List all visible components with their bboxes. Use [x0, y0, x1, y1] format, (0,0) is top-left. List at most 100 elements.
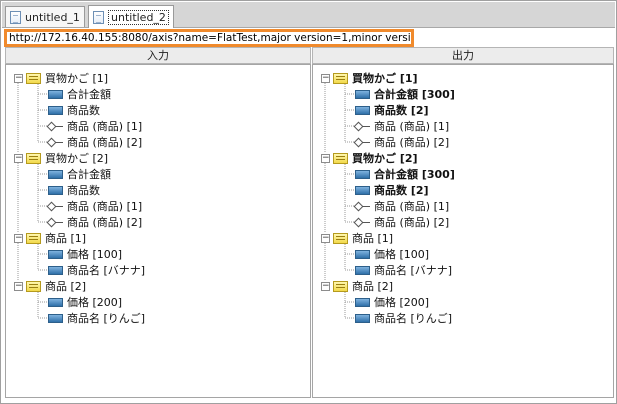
tree-node-label: 商品名 [バナナ]	[67, 264, 146, 277]
tree-node-group[interactable]: 商品 [1]	[333, 230, 393, 246]
field-node-icon	[48, 105, 63, 115]
tab-strip: untitled_1 untitled_2	[2, 2, 615, 28]
tree-node-group[interactable]: 買物かご [2]	[26, 150, 108, 166]
tree-node-label: 商品名 [りんご]	[374, 312, 453, 325]
tree-node-field[interactable]: 商品名 [りんご]	[48, 310, 145, 326]
tree-node-group[interactable]: 商品 [2]	[26, 278, 86, 294]
tree-node-reference[interactable]: 商品 (商品) [1]	[355, 198, 449, 214]
tree-node-label: 商品数 [2]	[374, 104, 429, 117]
field-node-icon	[355, 185, 370, 195]
tree-node-label: 商品 (商品) [1]	[374, 200, 450, 213]
field-node-icon	[355, 105, 370, 115]
field-node-icon	[48, 297, 63, 307]
tree-node-reference[interactable]: 商品 (商品) [1]	[355, 118, 449, 134]
document-icon	[93, 10, 104, 24]
tree-node-label: 合計金額 [300]	[374, 168, 455, 181]
tree-node-reference[interactable]: 商品 (商品) [2]	[355, 214, 449, 230]
collapse-toggle-icon[interactable]: −	[14, 154, 23, 163]
tree-node-field[interactable]: 合計金額	[48, 166, 111, 182]
tree-node-label: 商品 [1]	[352, 232, 394, 245]
tree-node-label: 価格 [100]	[67, 248, 123, 261]
tree-node-label: 買物かご [2]	[45, 152, 109, 165]
output-tree-panel[interactable]: − 買物かご [1] 合計金額 [300] 商品数 [2] 商品 (商品) [1] 商品 …	[312, 64, 614, 398]
output-tree[interactable]: − 買物かご [1] 合計金額 [300] 商品数 [2] 商品 (商品) [1] 商品 …	[313, 65, 613, 397]
group-node-icon	[333, 152, 348, 164]
reference-link-icon	[355, 138, 370, 147]
group-node-icon	[26, 232, 41, 244]
group-node-icon	[26, 152, 41, 164]
tree-node-field[interactable]: 商品名 [りんご]	[355, 310, 452, 326]
tab-untitled-1[interactable]: untitled_1	[5, 6, 85, 27]
tree-node-field[interactable]: 商品数	[48, 182, 100, 198]
field-node-icon	[48, 185, 63, 195]
tree-node-label: 商品 (商品) [1]	[374, 120, 450, 133]
group-node-icon	[333, 280, 348, 292]
tree-node-label: 商品 (商品) [1]	[67, 120, 143, 133]
tree-node-field[interactable]: 商品数	[48, 102, 100, 118]
tree-node-reference[interactable]: 商品 (商品) [2]	[48, 134, 142, 150]
field-node-icon	[355, 89, 370, 99]
tree-node-field[interactable]: 合計金額 [300]	[355, 86, 455, 102]
tree-node-label: 商品 [1]	[45, 232, 87, 245]
collapse-toggle-icon[interactable]: −	[321, 282, 330, 291]
group-node-icon	[26, 280, 41, 292]
tree-node-label: 商品 (商品) [2]	[374, 136, 450, 149]
url-field[interactable]: http://172.16.40.155:8080/axis?name=Flat…	[4, 29, 414, 47]
tree-node-field[interactable]: 価格 [100]	[48, 246, 122, 262]
tree-node-field[interactable]: 商品数 [2]	[355, 102, 429, 118]
tree-node-label: 価格 [200]	[67, 296, 123, 309]
input-tree[interactable]: − 買物かご [1] 合計金額 商品数 商品 (商品) [1] 商品 (商品) [2] − 買…	[6, 65, 310, 397]
tree-node-label: 商品 [2]	[352, 280, 394, 293]
tree-node-label: 商品数	[67, 184, 100, 197]
tree-node-reference[interactable]: 商品 (商品) [1]	[48, 118, 142, 134]
reference-link-icon	[355, 122, 370, 131]
tree-node-group[interactable]: 商品 [2]	[333, 278, 393, 294]
field-node-icon	[355, 313, 370, 323]
collapse-toggle-icon[interactable]: −	[14, 282, 23, 291]
tree-node-label: 合計金額	[67, 88, 111, 101]
collapse-toggle-icon[interactable]: −	[14, 74, 23, 83]
field-node-icon	[48, 249, 63, 259]
tree-node-label: 合計金額 [300]	[374, 88, 455, 101]
tree-node-field[interactable]: 合計金額 [300]	[355, 166, 455, 182]
tab-untitled-2[interactable]: untitled_2	[88, 5, 174, 28]
tree-node-field[interactable]: 合計金額	[48, 86, 111, 102]
collapse-toggle-icon[interactable]: −	[14, 234, 23, 243]
tab-label: untitled_2	[108, 9, 169, 25]
tree-node-field[interactable]: 価格 [200]	[355, 294, 429, 310]
tree-node-field[interactable]: 商品数 [2]	[355, 182, 429, 198]
tree-node-reference[interactable]: 商品 (商品) [2]	[355, 134, 449, 150]
window-frame: untitled_1 untitled_2 http://172.16.40.1…	[0, 0, 617, 404]
tree-node-field[interactable]: 価格 [100]	[355, 246, 429, 262]
tree-node-label: 商品 [2]	[45, 280, 87, 293]
field-node-icon	[355, 169, 370, 179]
field-node-icon	[355, 265, 370, 275]
tree-node-field[interactable]: 価格 [200]	[48, 294, 122, 310]
collapse-toggle-icon[interactable]: −	[321, 234, 330, 243]
tree-node-label: 価格 [200]	[374, 296, 430, 309]
field-node-icon	[355, 297, 370, 307]
group-node-icon	[26, 72, 41, 84]
tree-node-label: 買物かご [1]	[45, 72, 109, 85]
input-panel-header: 入力	[5, 47, 311, 64]
tab-label: untitled_1	[25, 10, 80, 24]
tree-node-reference[interactable]: 商品 (商品) [2]	[48, 214, 142, 230]
field-node-icon	[48, 89, 63, 99]
tree-node-reference[interactable]: 商品 (商品) [1]	[48, 198, 142, 214]
field-node-icon	[48, 169, 63, 179]
input-tree-panel[interactable]: − 買物かご [1] 合計金額 商品数 商品 (商品) [1] 商品 (商品) [2] − 買…	[5, 64, 311, 398]
tree-node-label: 合計金額	[67, 168, 111, 181]
collapse-toggle-icon[interactable]: −	[321, 74, 330, 83]
tree-node-field[interactable]: 商品名 [バナナ]	[355, 262, 452, 278]
tree-node-label: 価格 [100]	[374, 248, 430, 261]
output-panel-header: 出力	[312, 47, 614, 64]
tree-node-group[interactable]: 買物かご [1]	[333, 70, 418, 86]
reference-link-icon	[48, 218, 63, 227]
tree-node-group[interactable]: 商品 [1]	[26, 230, 86, 246]
tree-node-group[interactable]: 買物かご [1]	[26, 70, 108, 86]
tree-node-group[interactable]: 買物かご [2]	[333, 150, 418, 166]
tree-node-field[interactable]: 商品名 [バナナ]	[48, 262, 145, 278]
tree-node-label: 買物かご [2]	[352, 152, 418, 165]
collapse-toggle-icon[interactable]: −	[321, 154, 330, 163]
field-node-icon	[48, 313, 63, 323]
